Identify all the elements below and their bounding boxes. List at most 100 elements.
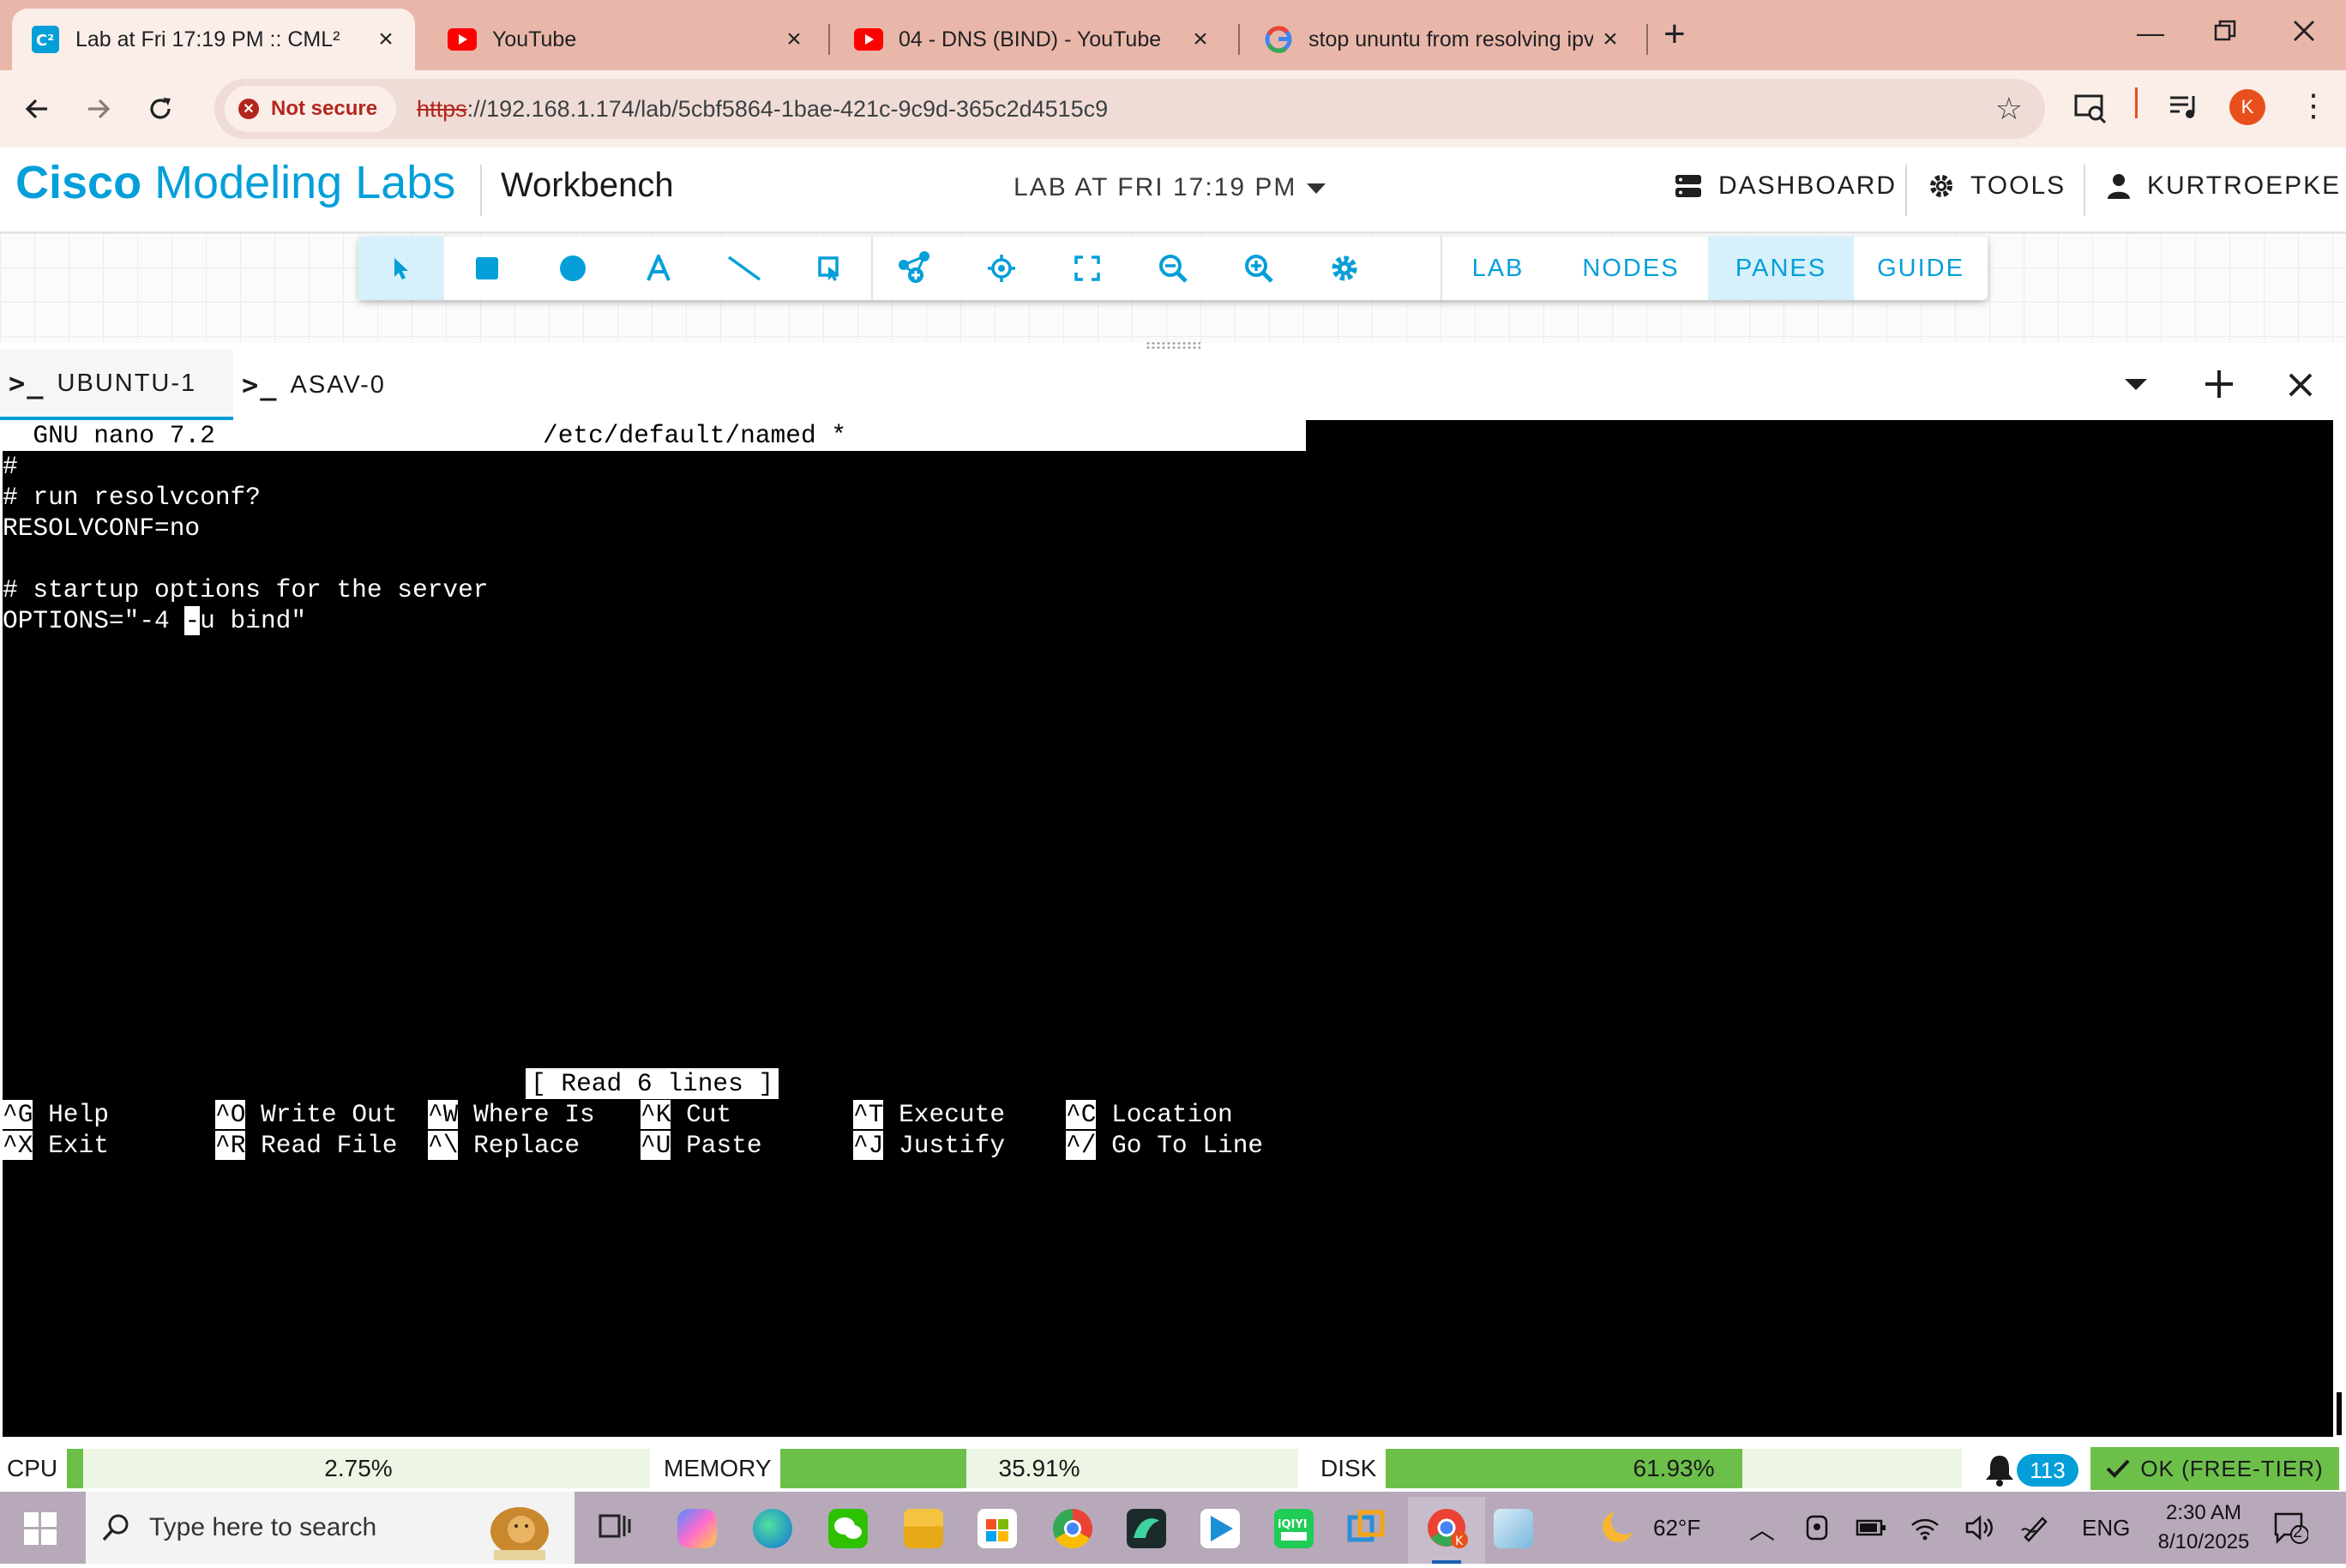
console-tab-label: UBUNTU-1 [57,369,197,397]
options-text-after: u bind" [200,606,307,635]
terminal-screen[interactable]: GNU nano 7.2 /etc/default/named * # # ru… [3,420,2333,1437]
close-tab-icon[interactable]: × [1593,25,1627,54]
close-tab-icon[interactable]: × [1183,25,1218,54]
terminal-scrollbar[interactable] [2333,420,2346,1437]
close-window-icon[interactable] [2293,17,2315,49]
bell-icon[interactable] [1982,1452,2017,1493]
media-player-icon[interactable] [1200,1509,1240,1548]
brand-logo[interactable]: Cisco Modeling Labs [15,156,455,209]
browser-tab-google[interactable]: stop ununtu from resolving ipv6 × [1245,9,1639,70]
chrome-icon[interactable] [1053,1509,1092,1548]
shortcut-key: ^X [3,1131,33,1160]
not-secure-label: Not secure [271,97,378,120]
url-text[interactable]: https://192.168.1.174/lab/5cbf5864-1bae-… [417,96,1108,123]
nav-dashboard[interactable]: DASHBOARD [1674,171,1897,201]
lab-title-dropdown[interactable]: LAB AT FRI 17:19 PM [1014,173,1296,202]
scrollbar-thumb[interactable] [2337,1392,2342,1435]
forward-icon[interactable] [79,89,118,129]
select-tool-button[interactable] [358,237,444,300]
annotation-select-button[interactable] [787,237,873,300]
close-tab-icon[interactable]: × [369,25,403,54]
shortcut-cut: ^K Cut [641,1099,731,1130]
clock[interactable]: 2:30 AM 8/10/2025 [2144,1499,2264,1557]
site-info-chip[interactable]: ✕ Not secure [225,86,397,132]
console-tab-bar: >_ UBUNTU-1 >_ ASAV-0 [0,350,2346,420]
file-line: # [3,452,18,481]
url-scheme: https [417,95,467,122]
file-explorer-icon[interactable] [904,1509,943,1548]
terminal-app-icon[interactable] [1127,1509,1166,1548]
vmware-icon[interactable] [1346,1509,1386,1548]
task-view-icon[interactable] [599,1509,638,1548]
ellipse-tool-button[interactable] [530,237,616,300]
taskbar-search[interactable]: Type here to search [86,1492,574,1564]
cpu-usage-value: 2.75% [324,1455,393,1481]
more-menu-icon[interactable]: ⋮ [2298,87,2329,123]
clock-time: 2:30 AM [2165,1501,2242,1524]
notification-center-icon[interactable]: 2 [2272,1511,2309,1545]
zoom-out-button[interactable] [1130,237,1216,300]
console-tab-asav-0[interactable]: >_ ASAV-0 [233,350,422,420]
language-indicator[interactable]: ENG [2082,1492,2130,1564]
copilot-icon[interactable] [677,1509,717,1548]
tab-panes[interactable]: PANES [1708,237,1854,300]
tab-separator [1646,24,1648,55]
wifi-icon[interactable] [1910,1492,1940,1564]
browser-tab-cml[interactable]: C² Lab at Fri 17:19 PM :: CML² × [12,9,415,70]
text-tool-button[interactable] [616,237,701,300]
fit-to-screen-button[interactable] [1044,237,1130,300]
annotation-select-icon [818,256,839,281]
address-bar[interactable]: ✕ Not secure https://192.168.1.174/lab/5… [214,79,2045,139]
center-button[interactable] [959,237,1044,300]
chevron-down-icon[interactable] [2123,375,2149,397]
browser-tab-youtube[interactable]: YouTube × [429,9,823,70]
canvas-settings-button[interactable] [1302,237,1387,300]
tab-nodes[interactable]: NODES [1554,237,1708,300]
wechat-icon[interactable] [828,1509,868,1548]
console-tab-ubuntu-1[interactable]: >_ UBUNTU-1 [0,350,233,420]
tab-lab[interactable]: LAB [1442,237,1554,300]
iqiyi-icon[interactable]: iQIYI [1274,1509,1314,1548]
shortcut-label: Read File [261,1131,398,1160]
reload-icon[interactable] [141,89,180,129]
license-status[interactable]: OK (FREE-TIER) [2090,1447,2339,1490]
profile-avatar[interactable]: K [2229,89,2265,125]
pane-resize-handle[interactable] [1146,341,1200,350]
notepad-icon[interactable] [1494,1509,1533,1548]
bookmark-star-icon[interactable]: ☆ [1995,91,2023,127]
shortcut-key: ^/ [1066,1131,1097,1160]
tab-guide[interactable]: GUIDE [1854,237,1988,300]
windows-start-icon[interactable] [24,1512,57,1549]
chrome-active-app[interactable]: K [1408,1497,1485,1564]
nav-user[interactable]: KURTROEPKE [2106,171,2341,201]
shortcut-exit: ^X Exit [3,1130,109,1161]
cast-search-icon[interactable] [2073,91,2108,129]
rectangle-tool-button[interactable] [444,237,530,300]
chevron-up-icon[interactable]: ︿ [1749,1492,1775,1564]
chevron-down-icon[interactable] [1307,183,1326,194]
back-icon[interactable] [17,89,57,129]
minimize-icon[interactable]: — [2137,17,2164,49]
restore-icon[interactable] [2214,17,2236,49]
battery-icon[interactable] [1856,1492,1886,1564]
add-console-icon[interactable] [2204,369,2235,404]
browser-tab-dns-video[interactable]: 04 - DNS (BIND) - YouTube × [835,9,1230,70]
new-tab-icon[interactable]: + [1663,15,1686,53]
notification-count-badge[interactable]: 113 [2017,1454,2078,1487]
line-tool-button[interactable] [701,237,787,300]
meet-now-icon[interactable] [1804,1492,1830,1564]
add-node-button[interactable] [873,237,959,300]
pen-icon[interactable] [2020,1492,2049,1564]
zoom-in-button[interactable] [1216,237,1302,300]
shortcut-key: ^\ [428,1131,459,1160]
microsoft-store-icon[interactable] [977,1509,1017,1548]
edge-browser-icon[interactable] [753,1509,792,1548]
media-control-icon[interactable] [2168,91,2200,128]
close-tab-icon[interactable]: × [777,25,811,54]
file-line: # run resolvconf? [3,483,261,512]
volume-icon[interactable] [1965,1492,1994,1564]
shortcut-key: ^G [3,1100,33,1129]
nav-tools[interactable]: TOOLS [1928,171,2066,201]
weather-temperature[interactable]: 62°F [1653,1492,1700,1564]
close-icon[interactable] [2288,372,2313,402]
